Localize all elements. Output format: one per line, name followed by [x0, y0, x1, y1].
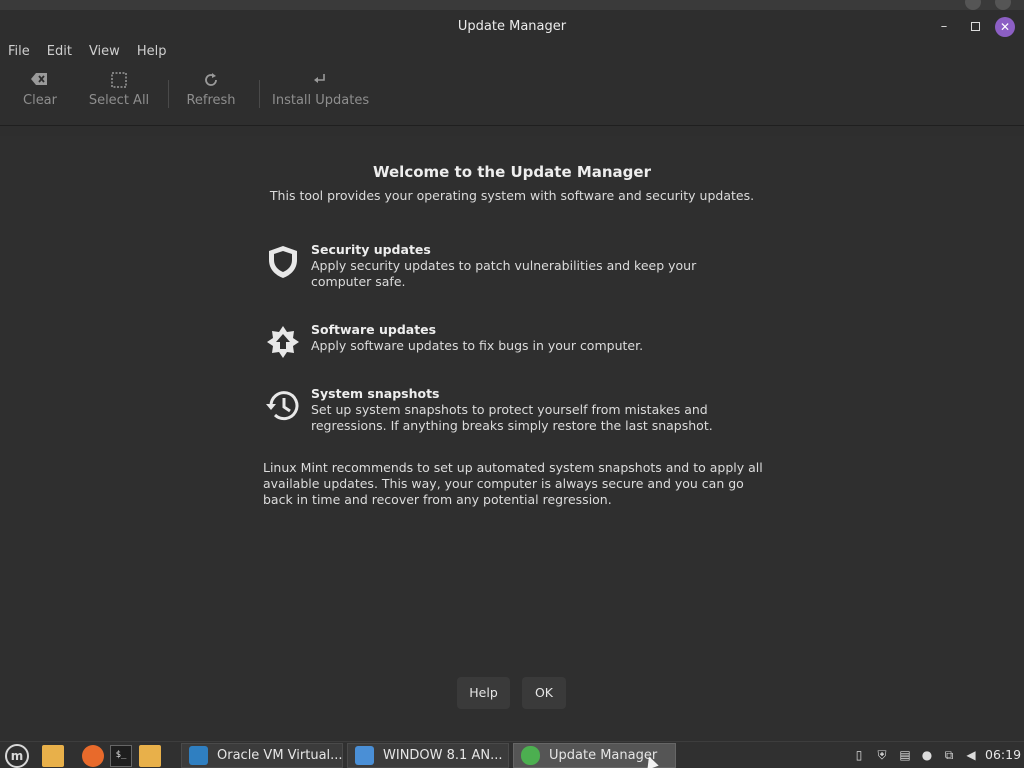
background-maximize-button	[965, 0, 981, 10]
select-all-icon	[86, 72, 152, 90]
feature-title: System snapshots	[311, 386, 440, 401]
update-manager-window: Update Manager – ✕ File Edit View Help C…	[0, 10, 1024, 741]
task-label: Oracle VM Virtual...	[217, 748, 343, 763]
refresh-button[interactable]: Refresh	[184, 72, 238, 108]
vm-window-icon	[355, 746, 374, 765]
clear-icon	[20, 72, 60, 90]
update-manager-icon	[521, 746, 540, 765]
toolbar: Clear Select All Refresh Install Updates	[0, 66, 1024, 126]
background-close-button	[995, 0, 1011, 10]
volume-tray-icon[interactable]: ◀	[964, 747, 978, 763]
help-button[interactable]: Help	[457, 677, 510, 709]
files-launcher-icon[interactable]	[42, 745, 64, 767]
taskbar: m $_ Oracle VM Virtual... WINDOW 8.1 AN.…	[0, 741, 1024, 768]
shield-icon	[263, 242, 303, 282]
refresh-icon	[184, 72, 238, 90]
toolbar-separator	[259, 80, 260, 108]
clear-label: Clear	[23, 93, 57, 108]
clear-button[interactable]: Clear	[20, 72, 60, 108]
menu-view[interactable]: View	[89, 44, 120, 66]
minimize-button[interactable]: –	[934, 17, 954, 37]
user-tray-icon[interactable]: ●	[920, 747, 934, 763]
menu-help[interactable]: Help	[137, 44, 167, 66]
welcome-subtitle: This tool provides your operating system…	[269, 188, 755, 203]
task-label: Update Manager	[549, 748, 658, 763]
close-button[interactable]: ✕	[995, 17, 1015, 37]
feature-software-updates: Software updates Apply software updates …	[263, 322, 763, 362]
titlebar[interactable]: Update Manager – ✕	[0, 10, 1024, 44]
task-virtualbox[interactable]: Oracle VM Virtual...	[181, 743, 343, 768]
task-window-8[interactable]: WINDOW 8.1 AN...	[347, 743, 509, 768]
firefox-launcher-icon[interactable]	[82, 745, 104, 767]
install-updates-label: Install Updates	[272, 93, 370, 108]
feature-description: Apply software updates to fix bugs in yo…	[311, 338, 644, 353]
ok-button[interactable]: OK	[522, 677, 566, 709]
menu-edit[interactable]: Edit	[47, 44, 72, 66]
feature-system-snapshots: System snapshots Set up system snapshots…	[263, 386, 763, 436]
clipboard-tray-icon[interactable]: ▯	[852, 747, 866, 763]
folder-launcher-icon[interactable]	[139, 745, 161, 767]
feature-security-updates: Security updates Apply security updates …	[263, 242, 763, 292]
maximize-icon	[970, 22, 980, 31]
shield-tray-icon[interactable]: ⛨	[875, 747, 889, 763]
recommendation-text: Linux Mint recommends to set up automate…	[263, 460, 763, 507]
virtualbox-icon	[189, 746, 208, 765]
feature-description: Set up system snapshots to protect yours…	[311, 402, 713, 433]
select-all-button[interactable]: Select All	[86, 72, 152, 108]
window-title: Update Manager	[457, 19, 567, 34]
clock[interactable]: 06:19	[985, 747, 1021, 762]
menu-file[interactable]: File	[8, 44, 30, 66]
menubar: File Edit View Help	[0, 44, 1024, 66]
upgrade-arrow-icon	[263, 322, 303, 362]
mint-menu-button[interactable]: m	[5, 744, 29, 768]
refresh-label: Refresh	[186, 93, 236, 108]
toolbar-separator	[168, 80, 169, 108]
welcome-title: Welcome to the Update Manager	[373, 163, 651, 181]
maximize-button[interactable]	[965, 17, 985, 37]
feature-title: Software updates	[311, 322, 437, 337]
history-clock-icon	[263, 386, 303, 426]
task-label: WINDOW 8.1 AN...	[383, 748, 503, 763]
terminal-launcher-icon[interactable]: $_	[110, 745, 132, 767]
feature-title: Security updates	[311, 242, 431, 257]
network-tray-icon[interactable]: ⧉	[942, 747, 956, 763]
select-all-label: Select All	[88, 93, 150, 108]
feature-description: Apply security updates to patch vulnerab…	[311, 258, 697, 289]
install-updates-button[interactable]: Install Updates	[272, 72, 370, 108]
install-icon	[272, 72, 368, 90]
notes-tray-icon[interactable]: ▤	[898, 747, 912, 763]
welcome-content: Welcome to the Update Manager This tool …	[0, 136, 1024, 741]
